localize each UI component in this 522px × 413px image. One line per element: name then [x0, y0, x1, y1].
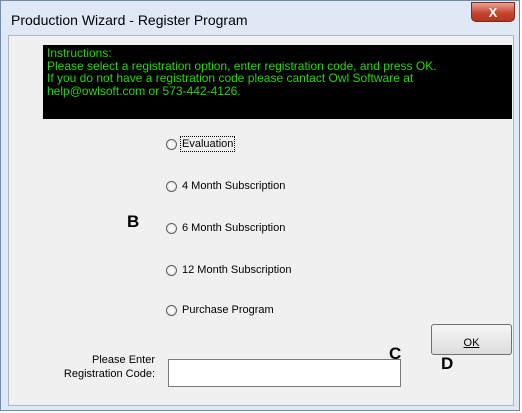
close-button[interactable]: X [471, 2, 515, 22]
radio-icon[interactable] [166, 180, 177, 192]
marker-d: D [441, 354, 454, 373]
registration-code-label: Please Enter Registration Code: [43, 353, 155, 381]
option-12-month-subscription[interactable]: 12 Month Subscription [166, 262, 291, 278]
close-icon: X [488, 4, 498, 20]
option-purchase-program[interactable]: Purchase Program [166, 302, 274, 318]
register-program-dialog: Production Wizard - Register Program X I… [0, 0, 520, 411]
option-evaluation[interactable]: Evaluation [166, 136, 236, 152]
registration-label-line2: Registration Code: [63, 368, 155, 380]
ok-button-label: OK [463, 337, 480, 349]
option-label: Purchase Program [182, 304, 274, 316]
instructions-line: Instructions: [47, 46, 112, 60]
radio-icon[interactable] [166, 304, 177, 316]
title-bar: Production Wizard - Register Program X [1, 1, 519, 35]
marker-b: B [127, 212, 140, 231]
option-label: 12 Month Subscription [182, 264, 292, 276]
radio-icon[interactable] [166, 264, 177, 276]
registration-label-line1: Please Enter [92, 354, 155, 366]
instructions-line: If you do not have a registration code p… [47, 71, 414, 85]
ok-button[interactable]: OK [431, 324, 512, 355]
option-label: Evaluation [179, 136, 236, 152]
window-title: Production Wizard - Register Program [11, 12, 248, 28]
option-label: 6 Month Subscription [182, 222, 286, 234]
registration-code-input[interactable] [168, 359, 401, 387]
instructions-line: help@owlsoft.com or 573-442-4126. [47, 83, 241, 98]
radio-icon[interactable] [166, 138, 177, 150]
option-6-month-subscription[interactable]: 6 Month Subscription [166, 220, 285, 236]
radio-icon[interactable] [166, 222, 177, 234]
option-4-month-subscription[interactable]: 4 Month Subscription [166, 178, 285, 194]
instructions-panel: Instructions: Please select a registrati… [43, 45, 512, 119]
option-label: 4 Month Subscription [182, 180, 286, 192]
